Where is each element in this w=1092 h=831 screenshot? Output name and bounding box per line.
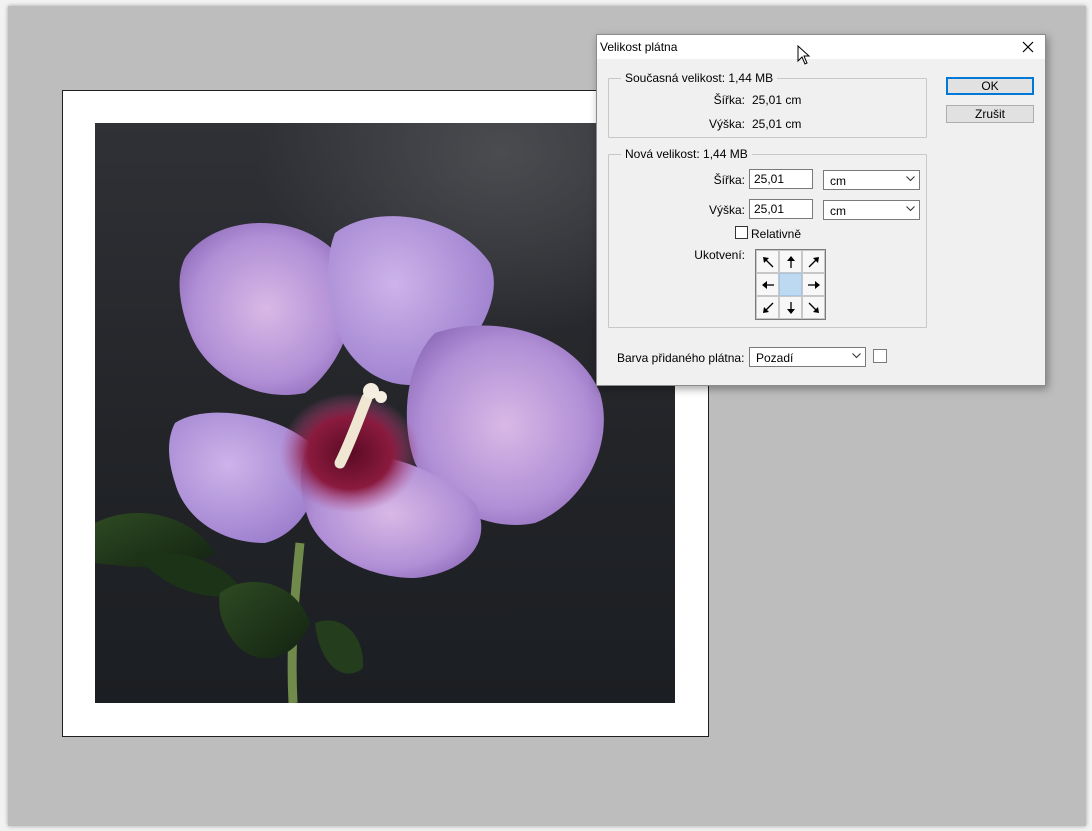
arrow-left-icon (761, 280, 774, 289)
current-size-group: Současná velikost: 1,44 MB Šířka: 25,01 … (608, 71, 927, 138)
anchor-top-left[interactable] (756, 250, 779, 273)
current-width-value: 25,01 cm (752, 93, 802, 107)
height-unit-value: cm (830, 204, 846, 218)
dialog-body: Současná velikost: 1,44 MB Šířka: 25,01 … (597, 59, 1045, 385)
width-input[interactable]: 25,01 (749, 169, 813, 189)
anchor-top-right[interactable] (802, 250, 825, 273)
current-height-label: Výška: (708, 117, 745, 131)
extension-color-select[interactable]: Pozadí (749, 347, 866, 367)
anchor-grid (755, 249, 826, 320)
anchor-bottom[interactable] (779, 296, 802, 319)
current-size-legend: Současná velikost: 1,44 MB (621, 71, 778, 85)
height-input[interactable]: 25,01 (749, 199, 813, 219)
relative-label[interactable]: Relativně (751, 227, 801, 241)
new-height-label: Výška: (708, 203, 745, 217)
relative-checkbox[interactable] (735, 226, 748, 239)
current-height-value: 25,01 cm (752, 117, 802, 131)
width-unit-select[interactable]: cm (823, 170, 920, 190)
anchor-left[interactable] (756, 273, 779, 296)
extension-color-swatch[interactable] (873, 349, 887, 363)
hibiscus-photo (95, 123, 675, 703)
anchor-right[interactable] (802, 273, 825, 296)
close-icon (1022, 41, 1034, 53)
extension-color-label: Barva přidaného plátna: (617, 351, 745, 365)
new-width-label: Šířka: (713, 173, 745, 187)
dialog-titlebar[interactable]: Velikost plátna (597, 35, 1045, 59)
extension-color-value: Pozadí (756, 351, 794, 365)
close-button[interactable] (1011, 35, 1045, 59)
width-unit-value: cm (830, 174, 846, 188)
arrow-up-left-icon (762, 256, 773, 267)
arrow-down-icon (786, 301, 795, 314)
chevron-down-icon (906, 176, 915, 182)
anchor-bottom-left[interactable] (756, 296, 779, 319)
arrow-down-left-icon (762, 302, 773, 313)
chevron-down-icon (906, 206, 915, 212)
ok-button[interactable]: OK (946, 77, 1034, 95)
arrow-up-icon (786, 255, 795, 268)
cancel-button[interactable]: Zrušit (946, 105, 1034, 123)
current-width-label: Šířka: (713, 93, 745, 107)
new-size-group: Nová velikost: 1,44 MB Šířka: 25,01 cm V… (608, 147, 927, 328)
height-unit-select[interactable]: cm (823, 200, 920, 220)
arrow-up-right-icon (808, 256, 819, 267)
arrow-right-icon (807, 280, 820, 289)
anchor-label: Ukotvení: (694, 248, 745, 262)
canvas-size-dialog: Velikost plátna Současná velikost: 1,44 … (596, 34, 1046, 386)
arrow-down-right-icon (808, 302, 819, 313)
anchor-center[interactable] (779, 273, 802, 296)
mouse-cursor-icon (797, 45, 811, 65)
dialog-title: Velikost plátna (600, 40, 678, 54)
new-size-legend: Nová velikost: 1,44 MB (621, 147, 752, 161)
anchor-top[interactable] (779, 250, 802, 273)
anchor-bottom-right[interactable] (802, 296, 825, 319)
chevron-down-icon (852, 353, 861, 359)
